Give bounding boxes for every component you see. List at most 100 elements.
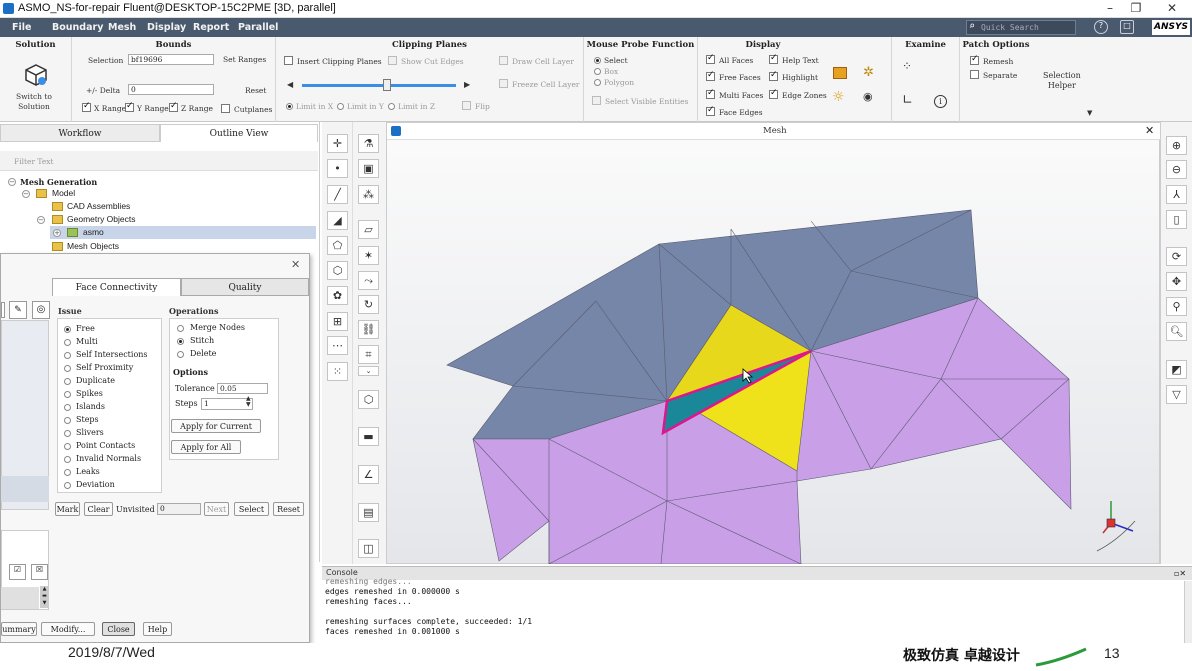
zoom-out-icon[interactable]: ⊖ bbox=[1166, 160, 1187, 179]
merge-nodes-radio[interactable] bbox=[177, 325, 184, 332]
delete-radio[interactable] bbox=[177, 351, 184, 358]
expand-root-icon[interactable]: − bbox=[8, 178, 16, 186]
expand-geometry-icon[interactable]: − bbox=[37, 216, 45, 224]
issue-radio[interactable] bbox=[64, 417, 71, 424]
switch-solution-icon[interactable] bbox=[24, 63, 48, 87]
cutplanes-checkbox[interactable] bbox=[221, 104, 230, 113]
all-faces-checkbox[interactable] bbox=[706, 53, 715, 64]
probe-polygon-radio[interactable] bbox=[594, 79, 601, 86]
display-faces-icon[interactable] bbox=[833, 67, 847, 79]
probe-icon[interactable]: ⚗ bbox=[358, 134, 379, 153]
tree-asmo[interactable]: asmo bbox=[83, 227, 104, 237]
layers-icon[interactable]: ◫ bbox=[358, 539, 379, 558]
zoom-box-icon[interactable]: ⚲ bbox=[1166, 297, 1187, 316]
set-ranges-button[interactable]: Set Ranges bbox=[223, 55, 266, 64]
issue-radio[interactable] bbox=[64, 378, 71, 385]
clipping-slider-track[interactable] bbox=[302, 84, 456, 87]
issue-radio[interactable] bbox=[64, 352, 71, 359]
lighting-icon[interactable]: ✲ bbox=[863, 65, 874, 80]
zoom-in-icon[interactable]: ⊕ bbox=[1166, 136, 1187, 155]
face-edges-checkbox[interactable] bbox=[706, 105, 715, 116]
axes-icon[interactable]: ∠ bbox=[358, 465, 379, 484]
clear-button[interactable]: Clear bbox=[84, 502, 113, 516]
limit-y-radio[interactable] bbox=[337, 103, 344, 110]
rotate-view-icon[interactable]: ⟳ bbox=[1166, 247, 1187, 266]
help-icon[interactable]: ? bbox=[1094, 20, 1108, 34]
check-list-icon[interactable]: ☑ bbox=[9, 564, 26, 580]
tab-quality[interactable]: Quality bbox=[181, 278, 309, 296]
ribbon-expand-icon[interactable]: ▼ bbox=[1087, 109, 1092, 117]
switch-to-solution-button[interactable]: Switch to Solution bbox=[16, 92, 52, 112]
slider-right-arrow[interactable]: ▶ bbox=[464, 80, 470, 89]
steps-spinner[interactable]: ▲ ▼ bbox=[246, 396, 251, 408]
edit-icon[interactable]: ✎ bbox=[9, 301, 27, 319]
reset-button[interactable]: Reset bbox=[273, 502, 304, 516]
tree-model[interactable]: Model bbox=[52, 188, 75, 198]
tree-cad-assemblies[interactable]: CAD Assemblies bbox=[67, 201, 130, 211]
list-scrollbar[interactable]: ▲ ▬ ▼ bbox=[40, 586, 49, 608]
select-face-icon[interactable]: ◢ bbox=[327, 211, 348, 230]
selection-field[interactable]: bf19696 bbox=[128, 54, 214, 65]
select-line-icon[interactable]: ⋯ bbox=[327, 336, 348, 355]
insert-clipping-checkbox[interactable] bbox=[284, 56, 293, 65]
issue-radio[interactable] bbox=[64, 456, 71, 463]
measure-icon[interactable]: ∟ bbox=[902, 93, 913, 108]
nodes-icon[interactable]: ⁘ bbox=[902, 59, 912, 73]
select-visible-checkbox[interactable] bbox=[592, 96, 601, 105]
sun-icon[interactable]: ☼ bbox=[832, 89, 845, 105]
probe-select-radio[interactable] bbox=[594, 57, 601, 64]
y-range-checkbox[interactable] bbox=[125, 101, 134, 112]
rotate-icon[interactable]: ↻ bbox=[358, 295, 379, 314]
issue-radio[interactable] bbox=[64, 326, 71, 333]
viewport-close-icon[interactable]: ✕ bbox=[1145, 124, 1154, 137]
dialog-close-icon[interactable]: ✕ bbox=[291, 258, 300, 271]
issue-radio[interactable] bbox=[64, 404, 71, 411]
eye-icon[interactable]: ◉ bbox=[863, 90, 873, 103]
select-multi-icon[interactable]: ⁙ bbox=[327, 362, 348, 381]
star-select-icon[interactable]: ✶ bbox=[358, 246, 379, 265]
apply-all-button[interactable]: Apply for All bbox=[171, 440, 241, 454]
graphics-viewport[interactable]: Mesh ✕ bbox=[386, 122, 1161, 564]
limit-x-radio[interactable] bbox=[286, 103, 293, 110]
menu-file[interactable]: File bbox=[12, 22, 31, 33]
mesh-drawing[interactable] bbox=[387, 140, 1161, 564]
help-text-checkbox[interactable] bbox=[769, 53, 778, 64]
box-select-icon[interactable]: ▣ bbox=[358, 159, 379, 178]
select-edge-icon[interactable]: ╱ bbox=[327, 185, 348, 204]
expand-asmo-icon[interactable]: + bbox=[53, 229, 61, 237]
help-button[interactable]: Help bbox=[143, 622, 172, 636]
next-button[interactable]: Next bbox=[204, 502, 229, 516]
menu-parallel[interactable]: Parallel bbox=[238, 22, 278, 33]
more-tools-icon[interactable]: ⌄ bbox=[358, 366, 379, 376]
highlight-checkbox[interactable] bbox=[769, 70, 778, 81]
apply-current-button[interactable]: Apply for Current bbox=[171, 419, 261, 433]
issue-radio[interactable] bbox=[64, 482, 71, 489]
issue-radio[interactable] bbox=[64, 365, 71, 372]
menu-boundary[interactable]: Boundary bbox=[52, 22, 103, 33]
tab-workflow[interactable]: Workflow bbox=[0, 124, 160, 142]
select-cell-icon[interactable]: ⬡ bbox=[327, 261, 348, 280]
axes-view-icon[interactable]: ⅄ bbox=[1166, 185, 1187, 204]
free-faces-checkbox[interactable] bbox=[706, 70, 715, 81]
lock-icon[interactable]: □ bbox=[1120, 20, 1134, 34]
fit-view-icon[interactable]: ◩ bbox=[1166, 360, 1187, 379]
minimize-button[interactable]: – bbox=[1100, 1, 1120, 15]
stitch-radio[interactable] bbox=[177, 338, 184, 345]
surface-icon[interactable]: ▱ bbox=[358, 220, 379, 239]
delta-field[interactable]: 0 bbox=[128, 84, 214, 95]
page-icon[interactable]: ▯ bbox=[1166, 210, 1187, 229]
lasso-icon[interactable]: ⌗ bbox=[358, 345, 379, 364]
triangle-view-icon[interactable]: ▽ bbox=[1166, 385, 1187, 404]
console-scrollbar[interactable] bbox=[1184, 581, 1192, 647]
cube-icon[interactable]: ⬡ bbox=[358, 390, 379, 409]
bar-icon[interactable]: ▬ bbox=[358, 427, 379, 446]
quick-search-input[interactable]: ⌕ Quick Search bbox=[966, 20, 1076, 35]
route-icon[interactable]: ⤳ bbox=[358, 271, 379, 290]
edge-zones-checkbox[interactable] bbox=[769, 88, 778, 99]
select-object-icon[interactable]: ✿ bbox=[327, 286, 348, 305]
console-restore-icon[interactable]: ▫✕ bbox=[1174, 569, 1186, 578]
reset-bounds-button[interactable]: Reset bbox=[245, 86, 266, 95]
menu-mesh[interactable]: Mesh bbox=[108, 22, 136, 33]
pan-icon[interactable]: ✥ bbox=[1166, 272, 1187, 291]
select-nodes-icon[interactable]: ✛ bbox=[327, 134, 348, 153]
